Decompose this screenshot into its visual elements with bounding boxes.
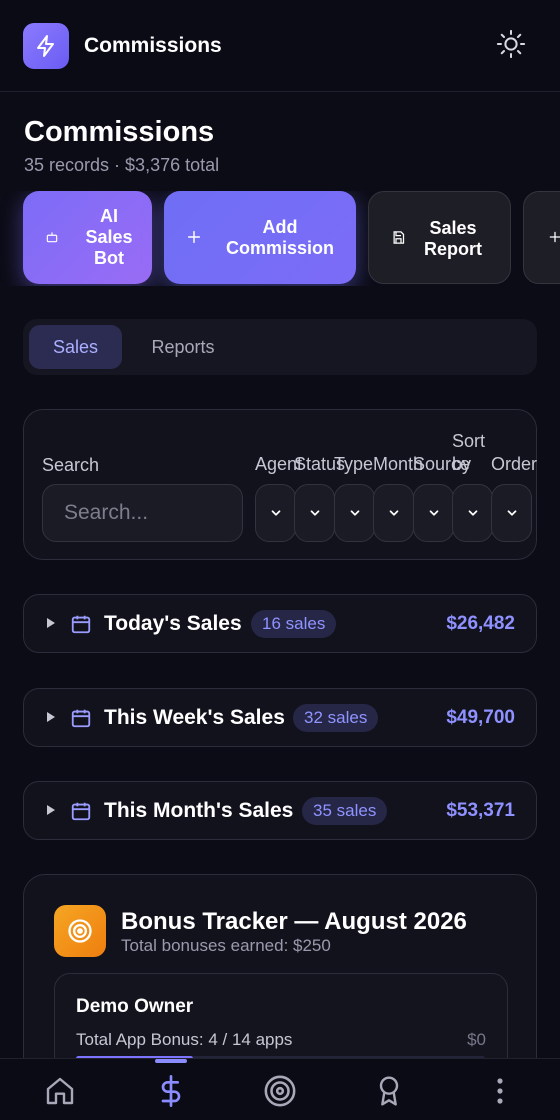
save-icon (391, 230, 406, 245)
search-label: Search (42, 455, 100, 475)
chevron-down-icon (350, 510, 359, 516)
calendar-icon (70, 800, 92, 827)
owner-name: Demo Owner (76, 996, 194, 1017)
bonus-subtitle: Total bonuses earned: $250 (121, 936, 331, 955)
group-weeks-sales[interactable]: This Week's Sales 32 sales $49,700 (23, 688, 537, 747)
plus-icon (186, 229, 202, 245)
dollar-icon[interactable] (151, 1071, 191, 1111)
type-label: Type (334, 454, 374, 474)
records-count: 35 records (24, 155, 110, 175)
group-title: Today's Sales (104, 612, 242, 635)
separator: · (114, 155, 121, 175)
search-input[interactable] (42, 484, 243, 542)
add-commission-label: Add Commission (225, 217, 335, 258)
group-amount: $26,482 (446, 613, 515, 634)
tab-sales[interactable]: Sales (29, 325, 122, 369)
total-amount: $3,376 total (125, 155, 220, 175)
lightning-icon[interactable] (23, 23, 69, 69)
sort-by-select[interactable] (452, 484, 493, 542)
expand-triangle-icon (45, 710, 57, 729)
target-icon (54, 905, 106, 957)
chevron-down-icon (389, 510, 398, 516)
action-buttons: AI Sales Bot Add Commission Sales Report (0, 191, 560, 286)
agent-select[interactable] (255, 484, 296, 542)
group-title: This Week's Sales (104, 706, 285, 729)
source-select[interactable] (413, 484, 454, 542)
sales-count-badge: 35 sales (302, 797, 388, 825)
chevron-down-icon (271, 510, 280, 516)
chevron-down-icon (310, 510, 319, 516)
tab-bar: Sales Reports (23, 319, 537, 375)
page-title: Commissions (24, 116, 215, 148)
target-icon[interactable] (260, 1071, 300, 1111)
bonus-progress-label: Total App Bonus: 4 / 14 apps (76, 1030, 293, 1049)
calendar-icon (70, 613, 92, 640)
sales-report-label: Sales Report (424, 218, 482, 259)
expand-triangle-icon (45, 803, 57, 822)
group-amount: $49,700 (446, 707, 515, 728)
sun-icon[interactable] (494, 27, 528, 61)
plus-icon (548, 230, 560, 244)
chevron-down-icon (507, 510, 516, 516)
group-todays-sales[interactable]: Today's Sales 16 sales $26,482 (23, 594, 537, 653)
more-actions-button[interactable] (523, 191, 560, 284)
calendar-icon (70, 707, 92, 734)
bottom-nav (0, 1058, 560, 1120)
ai-sales-bot-button[interactable]: AI Sales Bot (23, 191, 152, 284)
chevron-down-icon (468, 510, 477, 516)
bonus-title: Bonus Tracker — August 2026 (121, 908, 467, 935)
order-select[interactable] (491, 484, 532, 542)
ai-sales-bot-label: AI Sales Bot (85, 206, 133, 268)
chevron-down-icon (429, 510, 438, 516)
more-vertical-icon[interactable] (480, 1071, 520, 1111)
home-icon[interactable] (40, 1071, 80, 1111)
group-title: This Month's Sales (104, 799, 294, 822)
sales-count-badge: 16 sales (251, 610, 337, 638)
app-title: Commissions (84, 34, 222, 57)
add-commission-button[interactable]: Add Commission (164, 191, 356, 284)
order-label: Order (491, 454, 538, 474)
page-summary: 35 records · $3,376 total (24, 155, 219, 176)
sales-count-badge: 32 sales (293, 704, 379, 732)
filter-panel: Search Agent Status Type Month Source So… (23, 409, 537, 560)
sort-by-label-line1: Sort (452, 431, 486, 451)
award-icon[interactable] (369, 1071, 409, 1111)
group-amount: $53,371 (446, 800, 515, 821)
robot-icon (45, 230, 59, 244)
expand-triangle-icon (45, 616, 57, 635)
top-bar: Commissions (0, 0, 560, 92)
tab-reports[interactable]: Reports (133, 325, 233, 369)
sales-report-button[interactable]: Sales Report (368, 191, 511, 284)
sort-by-label-line2: by (452, 454, 472, 474)
active-indicator (155, 1059, 187, 1063)
status-select[interactable] (294, 484, 335, 542)
type-select[interactable] (334, 484, 375, 542)
group-months-sales[interactable]: This Month's Sales 35 sales $53,371 (23, 781, 537, 840)
month-select[interactable] (373, 484, 414, 542)
bonus-value: $0 (467, 1030, 486, 1049)
